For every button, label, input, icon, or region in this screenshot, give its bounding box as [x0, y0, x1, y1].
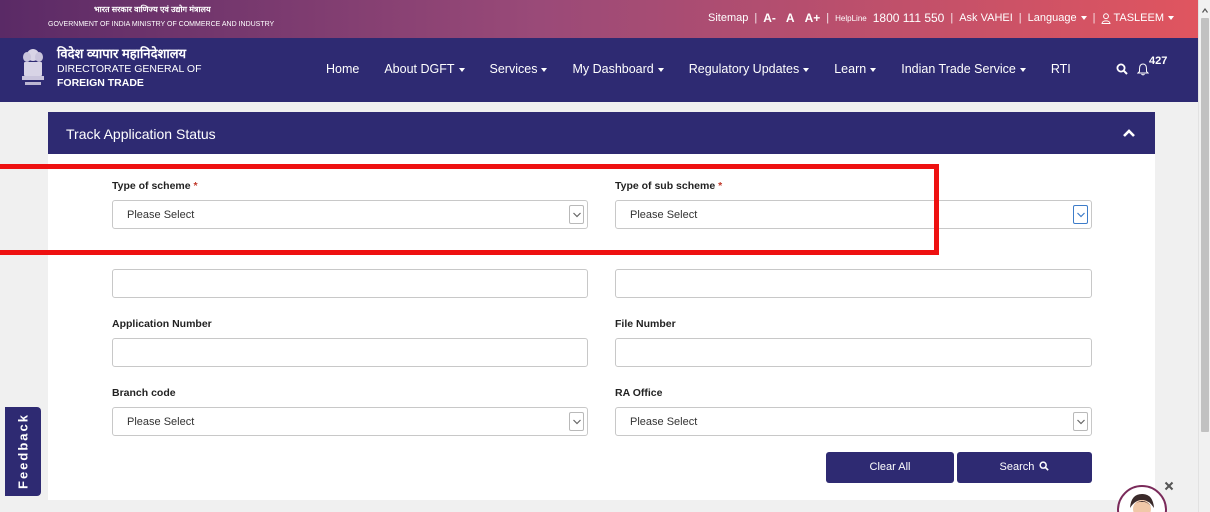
separator: |: [1092, 12, 1096, 24]
type-of-scheme-value: Please Select: [127, 209, 195, 221]
nav-services[interactable]: Services: [490, 62, 548, 76]
application-number-label: Application Number: [112, 318, 212, 330]
required-mark: *: [193, 180, 198, 192]
nav-indian-trade-service[interactable]: Indian Trade Service: [901, 62, 1026, 76]
nav-regulatory-label: Regulatory Updates: [688, 62, 800, 76]
nav-about-label: About DGFT: [384, 62, 455, 76]
top-links: Sitemap | A- A A+ | HelpLine 1800 111 55…: [708, 11, 1174, 25]
language-dropdown[interactable]: Language: [1028, 12, 1087, 24]
close-icon[interactable]: [1164, 481, 1174, 491]
chevron-down-icon: [1077, 419, 1085, 425]
file-number-label: File Number: [615, 318, 676, 330]
dropdown-arrow[interactable]: [569, 412, 584, 431]
separator: |: [1018, 12, 1022, 24]
nav-learn-label: Learn: [834, 62, 867, 76]
nav-rti[interactable]: RTI: [1051, 62, 1071, 76]
nav-menu: Home About DGFT Services My Dashboard Re…: [326, 62, 1093, 76]
dropdown-arrow[interactable]: [569, 205, 584, 224]
user-name: TASLEEM: [1113, 12, 1164, 24]
type-of-sub-scheme-value: Please Select: [630, 209, 698, 221]
to-date-input[interactable]: [615, 269, 1092, 298]
language-label: Language: [1027, 12, 1077, 24]
nav-about-dgft[interactable]: About DGFT: [384, 62, 465, 76]
main-navbar: विदेश व्यापार महानिदेशालय DIRECTORATE GE…: [0, 38, 1198, 102]
chevron-up-icon[interactable]: [1123, 129, 1135, 137]
type-of-sub-scheme-label: Type of sub scheme *: [615, 180, 722, 192]
nav-services-label: Services: [489, 62, 538, 76]
chevron-down-icon: [803, 67, 810, 72]
type-of-sub-scheme-text: Type of sub scheme: [615, 180, 716, 192]
sitemap-link[interactable]: Sitemap: [708, 12, 748, 24]
chevron-down-icon: [1077, 212, 1085, 218]
chevron-down-icon: [573, 419, 581, 425]
helpline-label: HelpLine: [835, 13, 867, 23]
branch-code-value: Please Select: [127, 416, 195, 428]
chat-assistant-avatar[interactable]: [1112, 482, 1172, 512]
card-header[interactable]: Track Application Status: [48, 112, 1155, 154]
chevron-down-icon: [458, 67, 465, 72]
user-icon: [1101, 12, 1111, 24]
type-of-scheme-select[interactable]: Please Select: [112, 200, 588, 229]
separator: |: [950, 12, 954, 24]
page-scrollbar[interactable]: [1198, 0, 1210, 512]
brand-line-2: FOREIGN TRADE: [57, 77, 144, 89]
search-icon[interactable]: [1116, 63, 1128, 75]
application-number-input[interactable]: [112, 338, 588, 367]
gov-hindi-line: भारत सरकार वाणिज्य एवं उद्योग मंत्रालय: [94, 5, 211, 14]
card-title: Track Application Status: [66, 126, 216, 142]
notification-count[interactable]: 427: [1149, 55, 1167, 67]
brand-line-1: DIRECTORATE GENERAL OF: [57, 63, 202, 75]
chevron-down-icon: [1168, 16, 1174, 21]
search-button[interactable]: Search: [957, 452, 1092, 483]
separator: |: [754, 12, 758, 24]
clear-all-button[interactable]: Clear All: [826, 452, 954, 483]
nav-its-label: Indian Trade Service: [901, 62, 1016, 76]
user-menu[interactable]: TASLEEM: [1101, 12, 1174, 24]
nav-learn[interactable]: Learn: [834, 62, 877, 76]
type-of-scheme-label: Type of scheme *: [112, 180, 198, 192]
nav-dashboard-label: My Dashboard: [572, 62, 654, 76]
from-date-input[interactable]: [112, 269, 588, 298]
file-number-input[interactable]: [615, 338, 1092, 367]
helpline-number[interactable]: 1800 111 550: [873, 11, 945, 25]
branch-code-label: Branch code: [112, 387, 176, 399]
feedback-tab[interactable]: Feedback: [5, 407, 41, 496]
chevron-down-icon: [1019, 67, 1026, 72]
font-decrease-button[interactable]: A-: [763, 11, 776, 25]
chevron-down-icon: [541, 67, 548, 72]
branch-code-select[interactable]: Please Select: [112, 407, 588, 436]
chevron-down-icon: [870, 67, 877, 72]
scroll-up-icon[interactable]: [1202, 8, 1208, 13]
dropdown-arrow[interactable]: [1073, 412, 1088, 431]
search-icon: [1039, 461, 1050, 471]
chevron-down-icon: [657, 67, 664, 72]
search-button-label: Search: [999, 461, 1035, 473]
font-increase-button[interactable]: A+: [805, 11, 821, 25]
required-mark: *: [718, 180, 723, 192]
dropdown-arrow[interactable]: [1073, 205, 1088, 224]
scrollbar-thumb[interactable]: [1201, 18, 1209, 432]
feedback-label: Feedback: [15, 413, 31, 489]
nav-regulatory-updates[interactable]: Regulatory Updates: [688, 62, 810, 76]
separator: |: [826, 12, 830, 24]
gov-english-line: GOVERNMENT OF INDIA MINISTRY OF COMMERCE…: [48, 21, 275, 28]
type-of-scheme-text: Type of scheme: [112, 180, 191, 192]
gov-top-bar: भारत सरकार वाणिज्य एवं उद्योग मंत्रालय G…: [0, 0, 1198, 38]
ra-office-label: RA Office: [615, 387, 663, 399]
chevron-down-icon: [573, 212, 581, 218]
ra-office-value: Please Select: [630, 416, 698, 428]
type-of-sub-scheme-select[interactable]: Please Select: [615, 200, 1092, 229]
brand-hindi: विदेश व्यापार महानिदेशालय: [57, 46, 187, 61]
font-normal-button[interactable]: A: [786, 11, 795, 25]
national-emblem-icon: [20, 46, 46, 90]
bell-icon[interactable]: [1137, 63, 1149, 76]
ra-office-select[interactable]: Please Select: [615, 407, 1092, 436]
nav-home[interactable]: Home: [326, 62, 359, 76]
track-application-card: [48, 112, 1155, 500]
nav-my-dashboard[interactable]: My Dashboard: [572, 62, 664, 76]
chevron-down-icon: [1080, 16, 1087, 21]
ask-vahei-link[interactable]: Ask VAHEI: [959, 12, 1013, 24]
